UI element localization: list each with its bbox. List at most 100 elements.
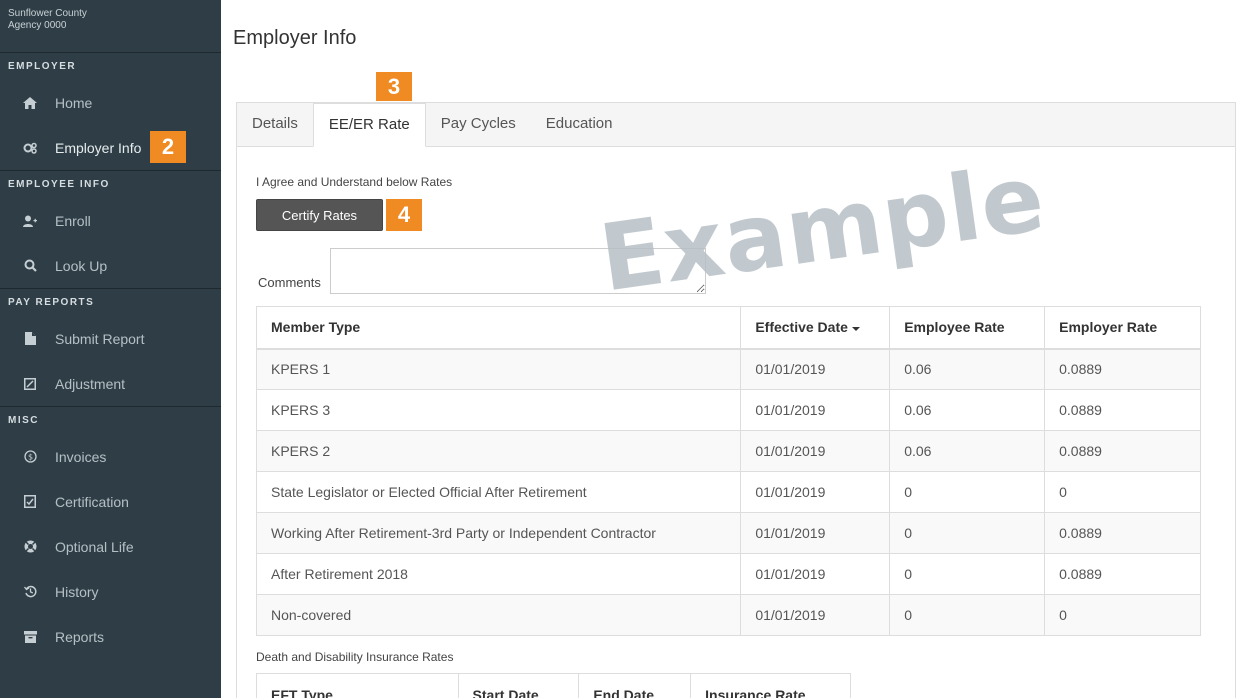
cell-employer-rate: 0 [1044, 471, 1201, 513]
dd-table-header-row: EFT Type Start Date End Date Insurance R… [256, 673, 851, 698]
section-pay-reports: PAY REPORTS [8, 297, 95, 308]
table-row[interactable]: KPERS 2 01/01/2019 0.06 0.0889 [255, 430, 1201, 472]
table-row[interactable]: KPERS 1 01/01/2019 0.06 0.0889 [255, 348, 1201, 390]
sidebar-item-adjustment[interactable]: Adjustment [0, 361, 221, 406]
cell-member-type: Non-covered [255, 594, 742, 636]
sidebar-item-certification[interactable]: Certification [0, 479, 221, 524]
cell-member-type: KPERS 3 [255, 389, 742, 431]
cell-effective-date: 01/01/2019 [740, 389, 891, 431]
sidebar-item-submit-report[interactable]: Submit Report [0, 316, 221, 361]
check-file-icon [23, 495, 37, 508]
certify-rates-button[interactable]: Certify Rates [256, 199, 383, 231]
edit-icon [23, 377, 37, 390]
sidebar: Sunflower County Agency 0000 EMPLOYER Ho… [0, 0, 221, 698]
sidebar-item-reports[interactable]: Reports [0, 614, 221, 659]
header-insurance-rate[interactable]: Insurance Rate [690, 673, 851, 698]
cell-employee-rate: 0 [889, 553, 1046, 595]
sidebar-item-label: Invoices [55, 448, 107, 465]
cell-effective-date: 01/01/2019 [740, 512, 891, 554]
agree-text: I Agree and Understand below Rates [256, 175, 453, 189]
header-effective-date[interactable]: Effective Date [740, 306, 891, 350]
dd-section-label: Death and Disability Insurance Rates [256, 650, 454, 664]
search-icon [23, 259, 37, 272]
header-employer-rate[interactable]: Employer Rate [1044, 306, 1201, 350]
cell-employee-rate: 0 [889, 471, 1046, 513]
main-content: Employer Info 3 Details EE/ER Rate Pay C… [221, 0, 1259, 698]
table-row[interactable]: After Retirement 2018 01/01/2019 0 0.0889 [255, 553, 1201, 595]
sidebar-item-label: History [55, 583, 99, 600]
header-employee-rate[interactable]: Employee Rate [889, 306, 1046, 350]
user-plus-icon [23, 215, 37, 227]
table-row[interactable]: KPERS 3 01/01/2019 0.06 0.0889 [255, 389, 1201, 431]
rates-table: Member Type Effective Date Employee Rate… [255, 306, 1201, 636]
tab-education[interactable]: Education [531, 103, 628, 146]
sidebar-item-employer-info[interactable]: Employer Info 2 [0, 125, 221, 170]
cell-employer-rate: 0.0889 [1044, 430, 1201, 472]
cell-employer-rate: 0.0889 [1044, 512, 1201, 554]
cell-employee-rate: 0 [889, 512, 1046, 554]
sort-caret-icon [851, 326, 860, 331]
callout-badge-3: 3 [376, 72, 412, 101]
cell-effective-date: 01/01/2019 [740, 348, 891, 390]
table-row[interactable]: Non-covered 01/01/2019 0 0 [255, 594, 1201, 636]
cell-member-type: Working After Retirement-3rd Party or In… [255, 512, 742, 554]
life-ring-icon [23, 540, 37, 553]
cell-employee-rate: 0.06 [889, 348, 1046, 390]
header-end-date[interactable]: End Date [578, 673, 692, 698]
archive-icon [23, 630, 37, 643]
cell-effective-date: 01/01/2019 [740, 471, 891, 513]
section-employee-info: EMPLOYEE INFO [8, 179, 110, 190]
table-row[interactable]: Working After Retirement-3rd Party or In… [255, 512, 1201, 554]
callout-badge-2: 2 [150, 131, 186, 163]
section-misc: MISC [8, 415, 39, 426]
page-title: Employer Info [233, 27, 357, 49]
cell-employee-rate: 0.06 [889, 430, 1046, 472]
sidebar-item-look-up[interactable]: Look Up [0, 243, 221, 288]
header-start-date[interactable]: Start Date [457, 673, 580, 698]
history-icon [23, 585, 37, 598]
header-eft-type[interactable]: EFT Type [256, 673, 459, 698]
cell-effective-date: 01/01/2019 [740, 594, 891, 636]
tab-ee-er-rate[interactable]: EE/ER Rate [312, 103, 426, 147]
cell-employer-rate: 0.0889 [1044, 553, 1201, 595]
rates-table-body: KPERS 1 01/01/2019 0.06 0.0889 KPERS 3 01/01/… [255, 348, 1201, 636]
cell-effective-date: 01/01/2019 [740, 553, 891, 595]
sidebar-item-label: Home [55, 94, 93, 111]
callout-badge-4: 4 [386, 199, 422, 231]
file-icon [23, 332, 37, 345]
rates-table-header-row: Member Type Effective Date Employee Rate… [255, 306, 1201, 350]
cell-effective-date: 01/01/2019 [740, 430, 891, 472]
sidebar-item-enroll[interactable]: Enroll [0, 198, 221, 243]
agency-info: Sunflower County Agency 0000 [0, 0, 221, 53]
home-icon [23, 96, 37, 109]
comments-label: Comments [258, 275, 321, 290]
sidebar-item-label: Optional Life [55, 538, 134, 555]
sidebar-item-label: Employer Info [55, 139, 142, 156]
section-employer: EMPLOYER [8, 61, 77, 72]
dd-rates-table: EFT Type Start Date End Date Insurance R… [256, 673, 851, 698]
svg-text:$: $ [27, 453, 32, 462]
agency-name: Sunflower County [8, 8, 87, 19]
cell-employee-rate: 0 [889, 594, 1046, 636]
cell-employer-rate: 0 [1044, 594, 1201, 636]
gears-icon [23, 142, 37, 154]
cell-member-type: KPERS 2 [255, 430, 742, 472]
sidebar-item-label: Submit Report [55, 330, 145, 347]
sidebar-item-optional-life[interactable]: Optional Life [0, 524, 221, 569]
cell-employer-rate: 0.0889 [1044, 348, 1201, 390]
cell-member-type: State Legislator or Elected Official Aft… [255, 471, 742, 513]
tab-bar: Details EE/ER Rate Pay Cycles Education [237, 103, 1235, 147]
cell-employer-rate: 0.0889 [1044, 389, 1201, 431]
dollar-circle-icon: $ [23, 450, 37, 463]
agency-number: Agency 0000 [8, 20, 67, 31]
tab-details[interactable]: Details [237, 103, 313, 146]
sidebar-item-home[interactable]: Home [0, 80, 221, 125]
cell-employee-rate: 0.06 [889, 389, 1046, 431]
sidebar-item-label: Look Up [55, 257, 108, 274]
sidebar-item-history[interactable]: History [0, 569, 221, 614]
sidebar-item-label: Reports [55, 628, 105, 645]
table-row[interactable]: State Legislator or Elected Official Aft… [255, 471, 1201, 513]
sidebar-item-invoices[interactable]: $ Invoices [0, 434, 221, 479]
tab-pay-cycles[interactable]: Pay Cycles [426, 103, 531, 146]
header-member-type[interactable]: Member Type [255, 306, 742, 350]
